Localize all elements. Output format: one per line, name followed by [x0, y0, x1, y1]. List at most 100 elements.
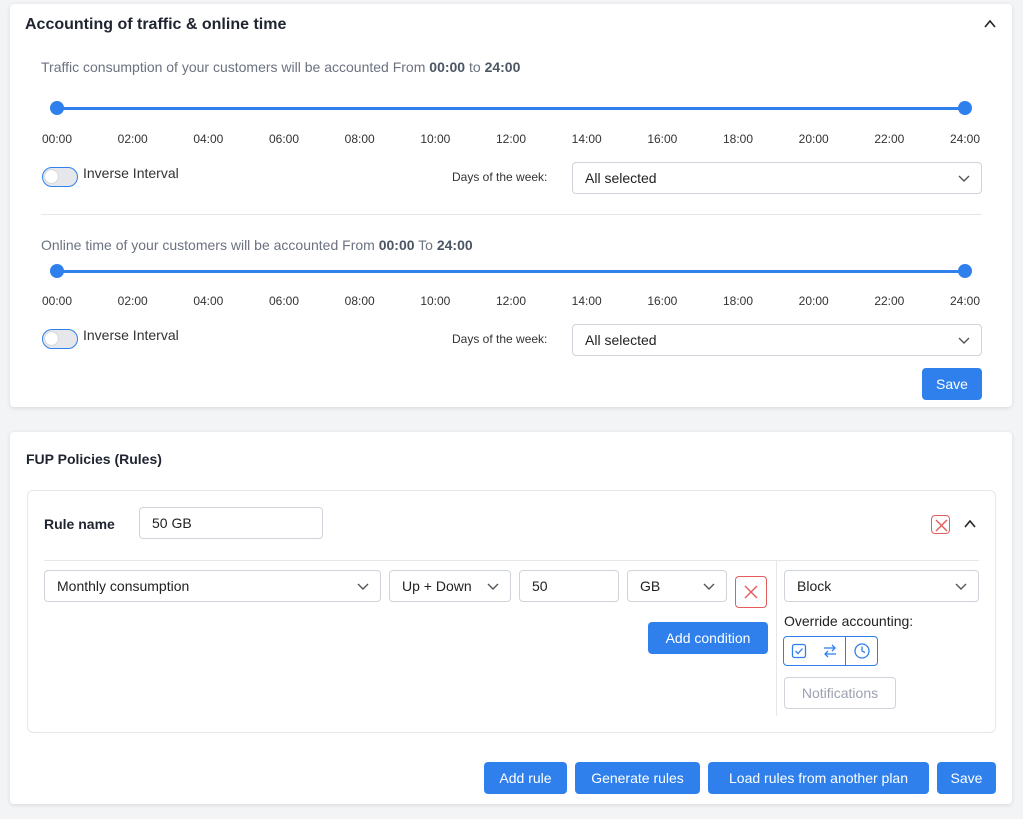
traffic-range-caption: Traffic consumption of your customers wi… — [41, 59, 520, 75]
online-inverse-interval-label: Inverse Interval — [83, 327, 179, 343]
tick-label: 18:00 — [722, 294, 754, 308]
rule-name-label: Rule name — [44, 516, 115, 532]
add-rule-button[interactable]: Add rule — [484, 762, 567, 794]
accounting-title: Accounting of traffic & online time — [25, 16, 287, 33]
online-to-time: 24:00 — [436, 237, 473, 253]
accounting-card: Accounting of traffic & online time Traf… — [10, 4, 1012, 407]
traffic-days-select[interactable]: All selected — [572, 162, 982, 194]
close-icon — [935, 519, 948, 532]
condition-direction-select[interactable]: Up + Down — [389, 570, 511, 602]
tick-label: 18:00 — [722, 132, 754, 146]
online-days-label: Days of the week: — [452, 332, 548, 346]
chevron-down-icon — [955, 583, 967, 590]
online-days-select[interactable]: All selected — [572, 324, 982, 356]
online-time-slider[interactable] — [50, 264, 972, 279]
tick-label: 20:00 — [798, 132, 829, 146]
tick-label: 12:00 — [495, 294, 527, 308]
arrows-swap-icon — [823, 644, 836, 658]
delete-rule-button[interactable] — [931, 515, 950, 534]
traffic-days-label: Days of the week: — [452, 170, 548, 184]
collapse-chevron-up-icon[interactable] — [984, 18, 996, 30]
traffic-days-value: All selected — [585, 170, 657, 186]
tick-label: 10:00 — [420, 294, 451, 308]
condition-direction-value: Up + Down — [402, 578, 472, 594]
traffic-time-slider[interactable] — [50, 101, 972, 116]
online-days-value: All selected — [585, 332, 657, 348]
accounting-save-button[interactable]: Save — [922, 368, 982, 400]
fup-title: FUP Policies (Rules) — [26, 451, 162, 467]
tick-label: 00:00 — [41, 132, 73, 146]
tick-label: 06:00 — [268, 132, 300, 146]
tick-label: 04:00 — [193, 132, 224, 146]
chevron-down-icon — [703, 583, 715, 590]
tick-label: 02:00 — [117, 294, 148, 308]
tick-label: 08:00 — [344, 294, 375, 308]
notifications-button[interactable]: Notifications — [784, 677, 896, 709]
tick-label: 00:00 — [41, 294, 73, 308]
online-slider-track — [57, 270, 965, 273]
rule-name-input[interactable]: 50 GB — [139, 507, 323, 539]
rule-vertical-divider — [776, 561, 777, 716]
condition-type-value: Monthly consumption — [57, 578, 190, 594]
online-caption-prefix: Online time of your customers will be ac… — [41, 237, 375, 253]
tick-label: 14:00 — [571, 132, 602, 146]
condition-unit-value: GB — [640, 578, 661, 594]
online-inverse-interval-toggle[interactable] — [42, 329, 78, 349]
tick-label: 22:00 — [874, 132, 905, 146]
tick-label: 06:00 — [268, 294, 300, 308]
online-slider-start-handle[interactable] — [50, 264, 64, 278]
add-condition-button[interactable]: Add condition — [648, 622, 768, 654]
traffic-from-time: 00:00 — [429, 59, 466, 75]
traffic-tick-labels: 00:00 02:00 04:00 06:00 08:00 10:00 12:00 14:00… — [42, 132, 980, 148]
fup-save-button[interactable]: Save — [937, 762, 996, 794]
rule-action-select[interactable]: Block — [784, 570, 979, 602]
tick-label: 02:00 — [117, 132, 148, 146]
tick-label: 22:00 — [874, 294, 905, 308]
checkbox-checked-icon — [791, 643, 807, 659]
override-accounting-label: Override accounting: — [784, 613, 914, 629]
condition-type-select[interactable]: Monthly consumption — [44, 570, 381, 602]
traffic-inverse-interval-toggle[interactable] — [42, 167, 78, 187]
online-from-time: 00:00 — [378, 237, 415, 253]
traffic-slider-track — [57, 107, 965, 110]
rule-action-value: Block — [797, 578, 832, 594]
fup-card: FUP Policies (Rules) Rule name 50 GB Mon… — [10, 432, 1012, 804]
override-checkbox-button[interactable] — [783, 636, 815, 666]
traffic-slider-start-handle[interactable] — [50, 101, 64, 115]
tick-label: 12:00 — [495, 132, 527, 146]
override-traffic-button[interactable] — [814, 636, 846, 666]
rule-panel: Rule name 50 GB Monthly consumption Up +… — [27, 490, 996, 733]
traffic-connector: to — [468, 59, 481, 75]
override-time-button[interactable] — [846, 636, 878, 666]
remove-condition-button[interactable] — [735, 576, 767, 608]
close-icon — [744, 585, 758, 599]
chevron-down-icon — [357, 583, 369, 590]
traffic-inverse-interval-label: Inverse Interval — [83, 165, 179, 181]
tick-label: 10:00 — [420, 132, 451, 146]
collapse-rule-chevron-up-icon[interactable] — [964, 518, 976, 530]
section-divider — [41, 214, 982, 215]
online-tick-labels: 00:00 02:00 04:00 06:00 08:00 10:00 12:00 14:00… — [42, 294, 980, 310]
traffic-caption-prefix: Traffic consumption of your customers wi… — [41, 59, 426, 75]
chevron-down-icon — [487, 583, 499, 590]
chevron-down-icon — [958, 337, 970, 344]
clock-icon — [853, 643, 870, 659]
online-range-caption: Online time of your customers will be ac… — [41, 237, 473, 253]
tick-label: 14:00 — [571, 294, 602, 308]
generate-rules-button[interactable]: Generate rules — [575, 762, 700, 794]
tick-label: 16:00 — [647, 132, 678, 146]
chevron-down-icon — [958, 175, 970, 182]
tick-label: 08:00 — [344, 132, 375, 146]
condition-unit-select[interactable]: GB — [627, 570, 727, 602]
traffic-slider-end-handle[interactable] — [958, 101, 972, 115]
tick-label: 24:00 — [949, 294, 981, 308]
tick-label: 20:00 — [798, 294, 829, 308]
online-slider-end-handle[interactable] — [958, 264, 972, 278]
condition-amount-input[interactable]: 50 — [519, 570, 619, 602]
tick-label: 16:00 — [647, 294, 678, 308]
load-rules-button[interactable]: Load rules from another plan — [708, 762, 929, 794]
tick-label: 04:00 — [193, 294, 224, 308]
rule-divider — [44, 560, 979, 561]
traffic-to-time: 24:00 — [484, 59, 521, 75]
online-connector: To — [418, 237, 433, 253]
